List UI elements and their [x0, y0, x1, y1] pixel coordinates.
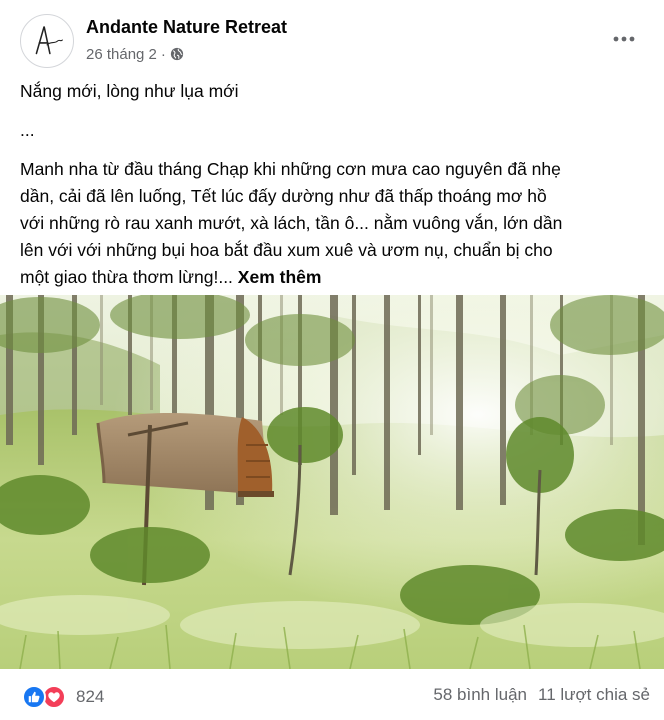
more-dots-icon	[613, 36, 635, 42]
reaction-count: 824	[76, 687, 105, 706]
post-body-line: lên với với những bụi hoa bắt đầu xum xu…	[20, 240, 553, 260]
photo-pine-forest-cabin	[0, 295, 664, 669]
more-options-button[interactable]	[604, 25, 644, 53]
post-body-line: Manh nha từ đầu tháng Chạp khi những cơn…	[20, 159, 561, 179]
like-icon	[22, 685, 46, 709]
post-headline: Nắng mới, lòng như lụa mới	[20, 81, 239, 101]
post-body-line: dần, cải đã lên luống, Tết lúc đấy dường…	[20, 186, 547, 206]
meta-separator: ·	[160, 45, 166, 63]
facebook-post: Andante Nature Retreat 26 tháng 2 · Nắng…	[0, 0, 664, 720]
reactions-summary[interactable]: 824	[22, 684, 104, 710]
post-footer: 824 58 bình luận 11 lượt chia sẻ	[0, 669, 664, 720]
post-body-line: với những rò rau xanh mướt, xà lách, tần…	[20, 213, 563, 233]
post-date[interactable]: 26 tháng 2	[86, 46, 157, 63]
see-more-link[interactable]: Xem thêm	[238, 267, 322, 287]
post-ellipsis: ...	[20, 120, 35, 140]
post-body-line: một giao thừa thơm lừng!...	[20, 267, 233, 287]
engagement-stats: 58 bình luận 11 lượt chia sẻ	[433, 685, 650, 705]
shares-count-link[interactable]: 11 lượt chia sẻ	[538, 685, 650, 705]
stats-spacer	[527, 685, 538, 705]
post-header: Andante Nature Retreat 26 tháng 2 ·	[0, 0, 664, 76]
andante-logo-icon	[21, 15, 73, 67]
post-text: Nắng mới, lòng như lụa mới ... Manh nha …	[20, 78, 652, 291]
page-avatar[interactable]	[20, 14, 74, 68]
page-name[interactable]: Andante Nature Retreat	[86, 17, 287, 38]
post-body: Manh nha từ đầu tháng Chạp khi những cơn…	[20, 156, 652, 291]
comments-count-link[interactable]: 58 bình luận	[433, 685, 527, 705]
post-photo[interactable]	[0, 295, 664, 669]
post-body-line-last: một giao thừa thơm lừng!... Xem thêm	[20, 264, 652, 291]
post-meta: 26 tháng 2 ·	[86, 45, 184, 63]
globe-icon[interactable]	[170, 47, 184, 61]
